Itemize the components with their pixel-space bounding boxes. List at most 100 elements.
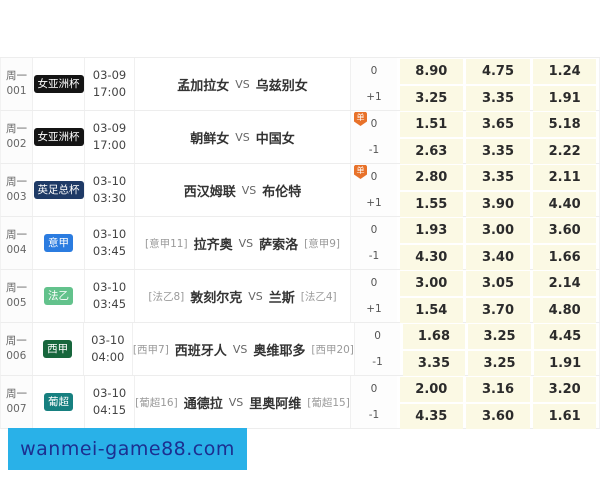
match-teams[interactable]: [葡超16] 通德拉 VS 里奥阿维 [葡超15] (135, 376, 351, 428)
watermark-banner: wanmei-game88.com (8, 428, 247, 470)
odds-group: 3.00 3.05 2.14 1.54 3.70 4.80 (397, 270, 599, 323)
league-badge[interactable]: 西甲 (43, 340, 73, 358)
odds-group: 1.51 3.65 5.18 2.63 3.35 2.22 (397, 111, 599, 164)
odds-cell[interactable]: 1.51 (399, 112, 464, 137)
odds-cell[interactable]: 3.60 (466, 404, 530, 429)
odds-cell[interactable]: 1.91 (532, 86, 597, 111)
odds-cell[interactable]: 8.90 (399, 59, 464, 84)
home-rank-tag: [西甲7] (132, 343, 169, 356)
match-number: 005 (6, 297, 27, 309)
odds-cell[interactable]: 4.80 (532, 298, 597, 323)
odds-cell[interactable]: 2.63 (399, 139, 464, 164)
odds-cell[interactable]: 2.80 (399, 165, 464, 190)
match-day-number: 周一 003 (1, 164, 33, 216)
match-day: 周一 (6, 229, 27, 241)
match-day-number: 周一 006 (1, 323, 33, 375)
league-badge[interactable]: 女亚洲杯 (33, 75, 84, 93)
match-number: 006 (6, 350, 27, 362)
match-day-number: 周一 001 (1, 58, 33, 110)
league-cell: 意甲 (33, 217, 85, 269)
match-day: 周一 (6, 388, 27, 400)
league-badge[interactable]: 英足总杯 (33, 181, 84, 199)
odds-cell[interactable]: 3.65 (466, 112, 530, 137)
odds-cell[interactable]: 2.22 (532, 139, 597, 164)
home-rank-tag: [意甲11] (145, 237, 188, 250)
match-teams[interactable]: [意甲11] 拉齐奥 VS 萨索洛 [意甲9] (135, 217, 351, 269)
handicap-cell: 0 -1 (351, 217, 397, 269)
away-team: 乌兹别女 (255, 78, 308, 94)
match-number: 007 (6, 403, 27, 415)
odds-cell[interactable]: 3.70 (466, 298, 530, 323)
vs-label: VS (248, 289, 263, 303)
league-badge[interactable]: 葡超 (44, 393, 73, 411)
match-number: 004 (6, 244, 27, 256)
odds-cell[interactable]: 1.54 (399, 298, 464, 323)
match-time: 17:00 (92, 138, 127, 152)
odds-cell[interactable]: 3.25 (468, 351, 531, 376)
odds-cell[interactable]: 1.91 (533, 351, 597, 376)
odds-cell[interactable]: 3.90 (466, 192, 530, 217)
odds-cell[interactable]: 4.40 (532, 192, 597, 217)
odds-cell[interactable]: 4.30 (399, 245, 464, 270)
odds-cell[interactable]: 3.60 (532, 218, 597, 243)
handicap-cell: 0 +1 (351, 58, 397, 110)
match-row: 周一 006 西甲 03-10 04:00 [西甲7] 西班牙人 VS 奥维耶多… (0, 323, 600, 376)
vs-label: VS (235, 77, 250, 91)
league-badge[interactable]: 意甲 (44, 234, 73, 252)
odds-cell[interactable]: 1.66 (532, 245, 597, 270)
league-badge[interactable]: 法乙 (44, 287, 73, 305)
handicap-value: -1 (368, 144, 380, 156)
match-time-cell: 03-09 17:00 (85, 58, 135, 110)
odds-cell[interactable]: 3.00 (399, 271, 464, 296)
vs-label: VS (235, 130, 250, 144)
odds-cell[interactable]: 1.24 (532, 59, 597, 84)
match-time: 03:45 (92, 297, 127, 311)
league-cell: 女亚洲杯 (33, 58, 85, 110)
match-time: 04:15 (92, 403, 127, 417)
odds-cell[interactable]: 3.16 (466, 377, 530, 402)
handicap-cell: 0 -1 (351, 376, 397, 428)
match-row: 周一 002 女亚洲杯 03-09 17:00 朝鲜女 VS 中国女 单 0 -… (0, 111, 600, 164)
match-teams[interactable]: [西甲7] 西班牙人 VS 奥维耶多 [西甲20] (133, 323, 355, 375)
odds-group: 8.90 4.75 1.24 3.25 3.35 1.91 (397, 58, 599, 111)
odds-cell[interactable]: 1.61 (532, 404, 597, 429)
odds-cell[interactable]: 4.35 (399, 404, 464, 429)
odds-group: 2.00 3.16 3.20 4.35 3.60 1.61 (397, 376, 599, 429)
home-rank-tag: [葡超16] (135, 396, 178, 409)
odds-cell[interactable]: 4.75 (466, 59, 530, 84)
home-team: 朝鲜女 (190, 131, 230, 147)
handicap-value: 0 (370, 383, 378, 395)
match-number: 003 (6, 191, 27, 203)
odds-cell[interactable]: 3.05 (466, 271, 530, 296)
match-teams[interactable]: 朝鲜女 VS 中国女 (135, 111, 351, 163)
match-teams[interactable]: [法乙8] 敦刻尔克 VS 兰斯 [法乙4] (135, 270, 351, 322)
match-time: 04:00 (91, 350, 125, 364)
odds-cell[interactable]: 4.45 (533, 324, 597, 349)
odds-cell[interactable]: 3.00 (466, 218, 530, 243)
handicap-cell: 单 0 +1 (351, 164, 397, 216)
match-day-number: 周一 005 (1, 270, 33, 322)
match-row: 周一 005 法乙 03-10 03:45 [法乙8] 敦刻尔克 VS 兰斯 [… (0, 270, 600, 323)
match-teams[interactable]: 孟加拉女 VS 乌兹别女 (135, 58, 351, 110)
odds-cell[interactable]: 1.68 (402, 324, 466, 349)
odds-cell[interactable]: 3.40 (466, 245, 530, 270)
odds-cell[interactable]: 3.35 (466, 139, 530, 164)
odds-cell[interactable]: 3.20 (532, 377, 597, 402)
match-teams[interactable]: 西汉姆联 VS 布伦特 (135, 164, 351, 216)
odds-cell[interactable]: 1.93 (399, 218, 464, 243)
odds-cell[interactable]: 1.55 (399, 192, 464, 217)
odds-cell[interactable]: 5.18 (532, 112, 597, 137)
odds-cell[interactable]: 3.25 (399, 86, 464, 111)
odds-cell[interactable]: 3.35 (466, 86, 530, 111)
away-team: 中国女 (255, 131, 295, 147)
league-badge[interactable]: 女亚洲杯 (33, 128, 84, 146)
match-day-number: 周一 002 (1, 111, 33, 163)
away-rank-tag: [葡超15] (307, 396, 350, 409)
odds-cell[interactable]: 2.11 (532, 165, 597, 190)
odds-cell[interactable]: 3.35 (402, 351, 466, 376)
odds-cell[interactable]: 2.14 (532, 271, 597, 296)
handicap-cell: 0 +1 (351, 270, 397, 322)
odds-cell[interactable]: 3.25 (468, 324, 531, 349)
odds-cell[interactable]: 3.35 (466, 165, 530, 190)
odds-cell[interactable]: 2.00 (399, 377, 464, 402)
